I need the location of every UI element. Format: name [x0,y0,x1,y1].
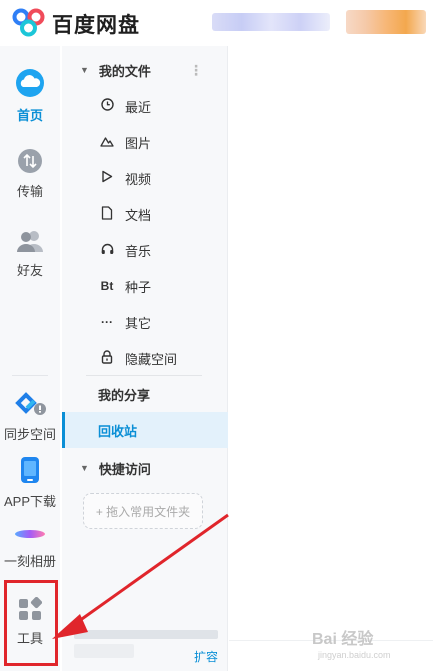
storage-usage-text [74,644,134,658]
rail-divider [12,375,48,376]
storage-usage-bar [74,630,218,639]
nav-item-other[interactable]: ··· 其它 [62,304,228,340]
more-icon: ··· [101,315,113,329]
tools-highlight-box [4,580,58,666]
friends-icon [17,231,43,252]
rail-item-app-download[interactable]: APP下载 [0,456,60,510]
rail-label-home: 首页 [16,108,43,123]
nav-item-label: 文档 [125,207,152,223]
sidebar-rail: 首页 传输 好友 同步空间 APP下载 一刻相册 工具 [0,46,60,671]
nav-item-videos[interactable]: 视频 [62,160,228,196]
nav-group-my-files[interactable]: ▼ 我的文件 ⋮ [62,52,228,88]
nav-item-torrents[interactable]: Bt 种子 [62,268,228,304]
rail-label-moment: 一刻相册 [3,554,56,569]
nav-item-label: 视频 [125,171,152,187]
nav-item-label: 其它 [125,315,152,331]
nav-item-my-share[interactable]: 我的分享 [62,376,228,412]
headphones-icon [99,243,115,258]
blurred-user-info [212,13,330,31]
cloud-icon [16,69,44,97]
nav-item-label: 最近 [125,99,152,115]
nav-item-label: 回收站 [98,423,138,439]
nav-item-images[interactable]: 图片 [62,124,228,160]
app-header: 百度网盘 [0,0,433,46]
nav-item-label: 音乐 [125,243,152,259]
play-icon [99,170,115,186]
app-title: 百度网盘 [52,14,140,37]
nav-item-recycle-bin[interactable]: 回收站 [62,412,228,448]
nav-item-label: 图片 [125,135,152,151]
document-icon [99,205,115,223]
more-options-icon[interactable]: ⋮ [189,62,203,79]
nav-group-label: 快捷访问 [98,461,151,477]
rail-label-app-download: APP下载 [3,494,56,509]
nav-item-documents[interactable]: 文档 [62,196,228,232]
phone-icon [21,457,39,483]
nav-group-label: 我的文件 [98,63,151,79]
nav-group-quick-access[interactable]: ▼ 快捷访问 [62,450,228,486]
expand-storage-link[interactable]: 扩容 [194,648,218,665]
rail-item-sync[interactable]: 同步空间 [0,391,60,443]
caret-down-icon: ▼ [80,463,89,473]
rail-label-friends: 好友 [16,263,43,278]
rail-item-transfer[interactable]: 传输 [0,148,60,200]
mountain-icon [99,135,115,150]
nav-item-music[interactable]: 音乐 [62,232,228,268]
blurred-avatar[interactable] [346,10,426,34]
transfer-icon [18,149,42,173]
nav-item-label: 隐藏空间 [125,351,178,367]
rail-item-home[interactable]: 首页 [0,68,60,124]
file-nav-panel: ▼ 我的文件 ⋮ 最近 图片 视频 文档 音乐 Bt 种子 ··· 其它 隐藏空… [62,46,228,671]
bt-icon: Bt [100,279,114,293]
rail-item-moment[interactable]: 一刻相册 [0,524,60,570]
sync-space-icon [15,392,46,415]
main-content [229,46,433,671]
clock-icon [99,98,115,114]
caret-down-icon: ▼ [80,65,89,75]
nav-item-label: 种子 [125,279,152,295]
drop-folder-zone[interactable]: + 拖入常用文件夹 [83,493,203,529]
baidu-netdisk-logo [12,8,45,37]
rail-label-transfer: 传输 [16,184,43,199]
watermark-url: jingyan.baidu.com [318,650,391,660]
watermark-text: Bai 经验 [312,631,374,648]
moment-album-icon [15,530,45,538]
nav-item-label: 我的分享 [98,387,151,403]
rail-label-sync: 同步空间 [3,427,56,442]
rail-item-friends[interactable]: 好友 [0,229,60,279]
nav-item-recent[interactable]: 最近 [62,88,228,124]
lock-icon [99,349,115,367]
nav-item-hidden-space[interactable]: 隐藏空间 [62,340,228,376]
